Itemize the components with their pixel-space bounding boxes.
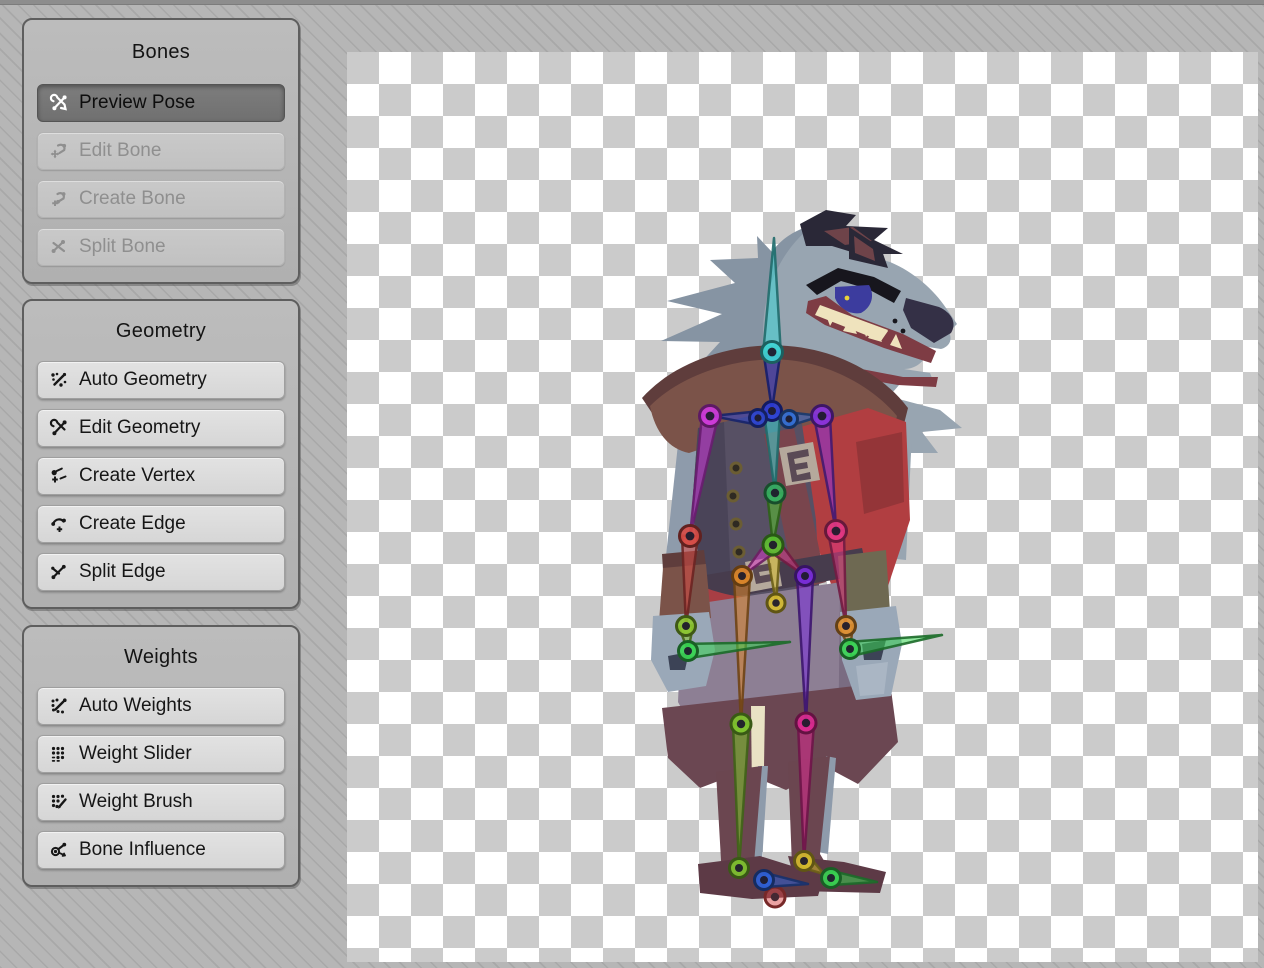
create-edge-button[interactable]: Create Edge: [37, 505, 285, 543]
weight-brush-icon: [48, 791, 70, 813]
panel-title-weights: Weights: [24, 627, 298, 687]
weight-slider-button[interactable]: Weight Slider: [37, 735, 285, 773]
preview-pose-icon: [48, 92, 70, 114]
bone-influence-button[interactable]: Bone Influence: [37, 831, 285, 869]
auto-weights-icon: [48, 695, 70, 717]
split-bone-icon: [48, 236, 70, 258]
panel-bones: Bones Preview Pose Edit Bone Create Bone Spl…: [22, 18, 300, 284]
button-label: Preview Pose: [79, 92, 195, 114]
create-vertex-icon: [48, 465, 70, 487]
button-label: Auto Weights: [79, 695, 192, 717]
split-bone-button: Split Bone: [37, 228, 285, 266]
create-edge-icon: [48, 513, 70, 535]
edit-geometry-button[interactable]: Edit Geometry: [37, 409, 285, 447]
weight-slider-icon: [48, 743, 70, 765]
panel-title-geometry: Geometry: [24, 301, 298, 361]
button-label: Split Edge: [79, 561, 166, 583]
button-label: Create Edge: [79, 513, 186, 535]
create-bone-button: Create Bone: [37, 180, 285, 218]
button-label: Edit Bone: [79, 140, 161, 162]
button-label: Edit Geometry: [79, 417, 200, 439]
sprite-canvas[interactable]: [347, 52, 1258, 962]
edit-bone-icon: [48, 140, 70, 162]
panel-geometry: Geometry Auto Geometry Edit Geometry Create…: [22, 299, 300, 609]
button-label: Create Vertex: [79, 465, 195, 487]
create-bone-icon: [48, 188, 70, 210]
preview-pose-button[interactable]: Preview Pose: [37, 84, 285, 122]
button-label: Auto Geometry: [79, 369, 207, 391]
auto-weights-button[interactable]: Auto Weights: [37, 687, 285, 725]
bone-influence-icon: [48, 839, 70, 861]
panel-weights: Weights Auto Weights Weight Slider Weight B…: [22, 625, 300, 887]
button-label: Bone Influence: [79, 839, 206, 861]
panel-title-bones: Bones: [24, 20, 298, 84]
edit-bone-button: Edit Bone: [37, 132, 285, 170]
auto-geometry-icon: [48, 369, 70, 391]
button-label: Create Bone: [79, 188, 186, 210]
auto-geometry-button[interactable]: Auto Geometry: [37, 361, 285, 399]
create-vertex-button[interactable]: Create Vertex: [37, 457, 285, 495]
window-top-edge: [0, 0, 1264, 5]
button-label: Weight Slider: [79, 743, 192, 765]
button-label: Weight Brush: [79, 791, 193, 813]
split-edge-button[interactable]: Split Edge: [37, 553, 285, 591]
button-label: Split Bone: [79, 236, 166, 258]
weight-brush-button[interactable]: Weight Brush: [37, 783, 285, 821]
split-edge-icon: [48, 561, 70, 583]
edit-geometry-icon: [48, 417, 70, 439]
